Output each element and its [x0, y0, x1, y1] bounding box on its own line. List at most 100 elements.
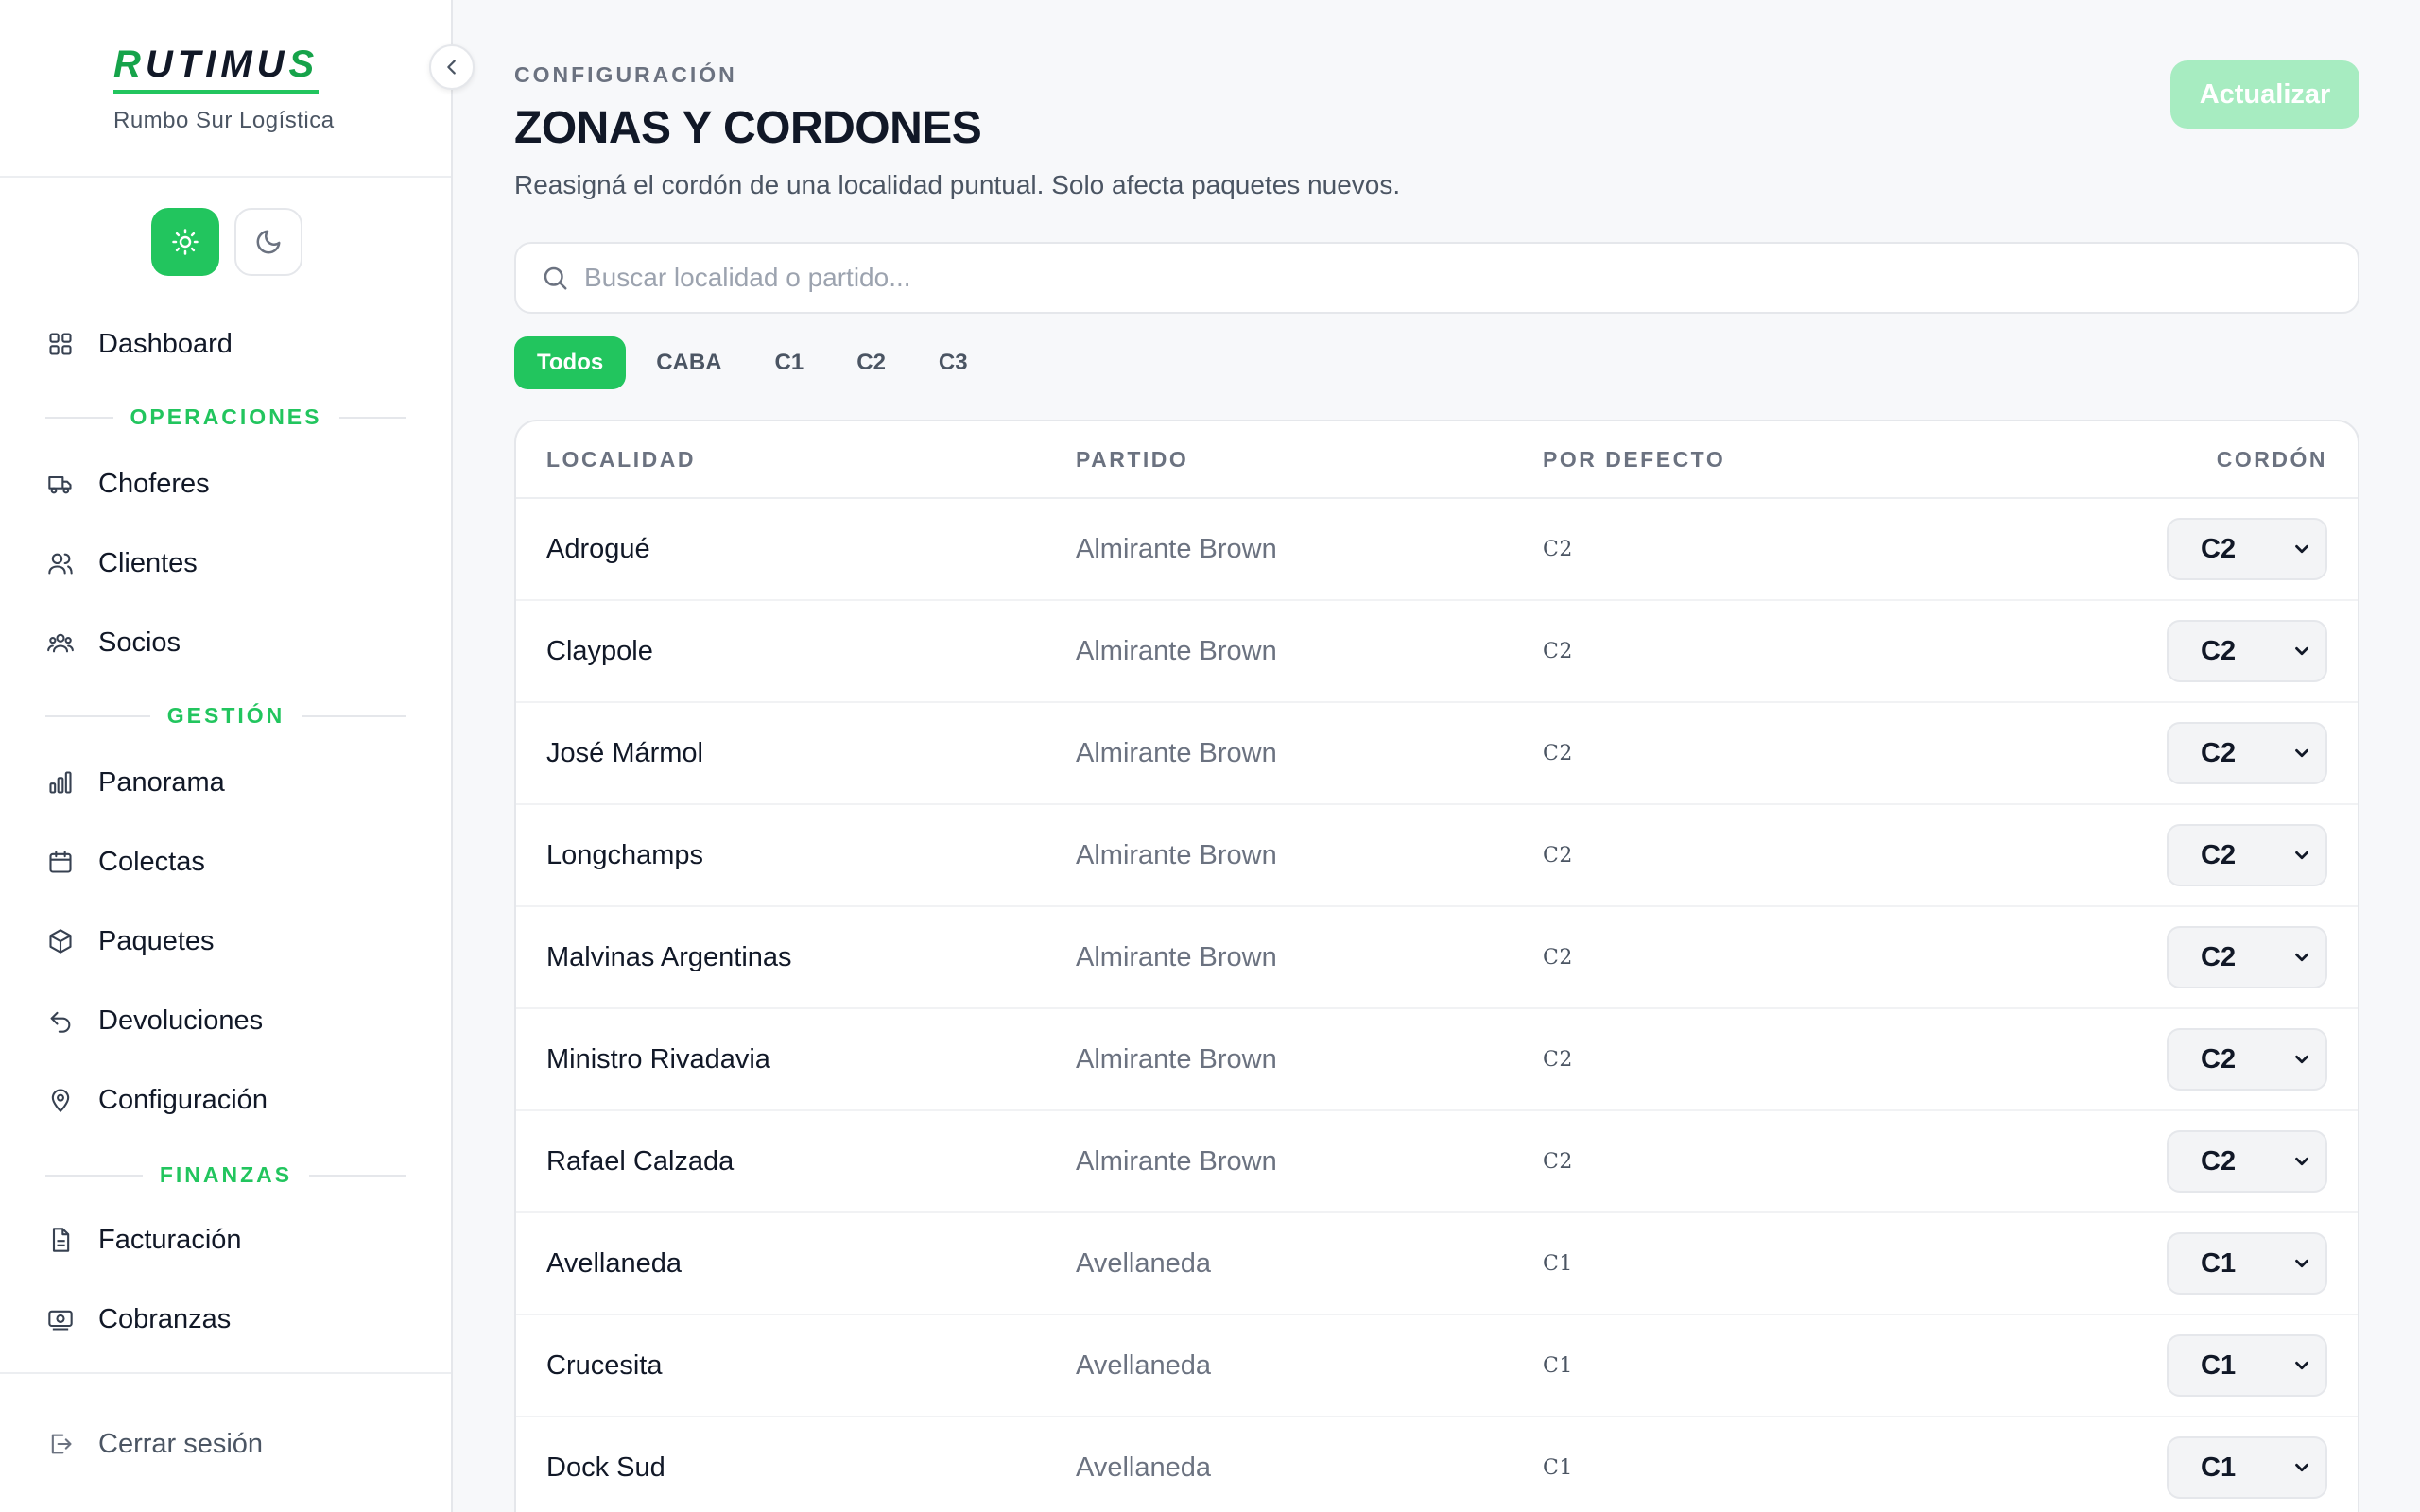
cordon-select[interactable]: C2 [2167, 1130, 2327, 1193]
cordon-select[interactable]: C2 [2167, 1028, 2327, 1091]
map-pin-icon [45, 1085, 76, 1115]
cell-por-defecto: C2 [1543, 945, 1573, 970]
chevron-left-icon [447, 60, 456, 75]
column-cordon[interactable]: CORDÓN [2015, 447, 2358, 472]
cell-partido: Avellaneda [1076, 1452, 1211, 1483]
cordon-select[interactable]: C2 [2167, 722, 2327, 784]
filter-c1[interactable]: C1 [752, 336, 827, 389]
light-mode-button[interactable] [151, 208, 219, 276]
cell-localidad: Rafael Calzada [546, 1145, 735, 1177]
page-eyebrow: CONFIGURACIÓN [514, 62, 737, 87]
cell-por-defecto: C1 [1543, 1251, 1573, 1276]
column-por-defecto[interactable]: POR DEFECTO [1543, 447, 2015, 472]
filter-todos[interactable]: Todos [514, 336, 627, 389]
nav-dashboard[interactable]: Dashboard [45, 321, 233, 367]
cordon-select[interactable]: C2 [2167, 518, 2327, 580]
cell-por-defecto: C2 [1543, 741, 1573, 765]
cell-localidad: Ministro Rivadavia [546, 1043, 770, 1074]
grid-icon [45, 329, 76, 359]
cell-partido: Avellaneda [1076, 1349, 1211, 1381]
moon-icon [256, 230, 281, 254]
nav-paquetes[interactable]: Paquetes [45, 919, 215, 964]
chevron-down-icon [2295, 1055, 2308, 1064]
zones-table: LOCALIDAD PARTIDO POR DEFECTO CORDÓN Adr… [514, 420, 2360, 1512]
nav-facturacion[interactable]: Facturación [45, 1217, 242, 1263]
filter-caba[interactable]: CABA [633, 336, 744, 389]
cell-cordon: C2 [2015, 722, 2358, 784]
search-input[interactable] [584, 263, 2286, 293]
cordon-select[interactable]: C1 [2167, 1232, 2327, 1295]
chevron-down-icon [2295, 1361, 2308, 1370]
cell-localidad: Avellaneda [546, 1247, 682, 1279]
search-icon [544, 266, 567, 290]
users-icon [45, 548, 76, 578]
update-button[interactable]: Actualizar [2170, 60, 2360, 129]
filter-chips: Todos CABA C1 C2 C3 [514, 336, 991, 389]
cell-partido: Almirante Brown [1076, 1043, 1277, 1074]
column-localidad[interactable]: LOCALIDAD [516, 447, 1076, 472]
cell-localidad: Claypole [546, 635, 653, 666]
nav-devoluciones[interactable]: Devoluciones [45, 998, 263, 1043]
table-row: Adrogué Almirante Brown C2 C2 [516, 499, 2358, 601]
collapse-sidebar-button[interactable] [429, 44, 475, 90]
chevron-down-icon [2295, 1259, 2308, 1268]
logout-button[interactable]: Cerrar sesión [45, 1421, 263, 1467]
cell-partido: Almirante Brown [1076, 839, 1277, 870]
nav-choferes[interactable]: Choferes [45, 461, 210, 507]
cordon-select[interactable]: C1 [2167, 1436, 2327, 1499]
table-row: José Mármol Almirante Brown C2 C2 [516, 703, 2358, 805]
truck-icon [45, 469, 76, 499]
cordon-select-value: C2 [2201, 533, 2237, 564]
cell-partido: Almirante Brown [1076, 1145, 1277, 1177]
cordon-select[interactable]: C1 [2167, 1334, 2327, 1397]
cell-por-defecto: C1 [1543, 1353, 1573, 1378]
page-title: ZONAS Y CORDONES [514, 103, 982, 153]
dark-mode-button[interactable] [234, 208, 302, 276]
nav-colectas[interactable]: Colectas [45, 839, 205, 885]
table-row: Avellaneda Avellaneda C1 C1 [516, 1213, 2358, 1315]
table-row: Crucesita Avellaneda C1 C1 [516, 1315, 2358, 1418]
cordon-select-value: C1 [2201, 1349, 2237, 1381]
cell-partido: Almirante Brown [1076, 737, 1277, 768]
chevron-down-icon [2295, 1463, 2308, 1472]
filter-c3[interactable]: C3 [916, 336, 991, 389]
cell-cordon: C1 [2015, 1232, 2358, 1295]
bar-chart-icon [45, 767, 76, 798]
nav-paquetes-label: Paquetes [98, 925, 215, 956]
nav-socios[interactable]: Socios [45, 620, 181, 665]
filter-c2[interactable]: C2 [834, 336, 908, 389]
cell-partido: Almirante Brown [1076, 941, 1277, 972]
column-partido[interactable]: PARTIDO [1076, 447, 1543, 472]
cordon-select[interactable]: C2 [2167, 926, 2327, 988]
nav-clientes[interactable]: Clientes [45, 541, 198, 586]
cell-cordon: C2 [2015, 926, 2358, 988]
nav-configuracion-label: Configuración [98, 1084, 268, 1115]
sidebar: RUTIMUS Rumbo Sur Logística Dashboard OP… [0, 0, 453, 1512]
nav-configuracion[interactable]: Configuración [45, 1077, 268, 1123]
package-icon [45, 926, 76, 956]
cordon-select-value: C1 [2201, 1247, 2237, 1279]
cell-localidad: Dock Sud [546, 1452, 666, 1483]
calendar-icon [45, 847, 76, 877]
cell-localidad: Malvinas Argentinas [546, 941, 792, 972]
cordon-select[interactable]: C2 [2167, 620, 2327, 682]
brand-subtitle: Rumbo Sur Logística [113, 108, 335, 133]
search-bar[interactable] [514, 242, 2360, 314]
nav-cobranzas[interactable]: Cobranzas [45, 1297, 231, 1342]
nav-choferes-label: Choferes [98, 468, 210, 499]
table-row: Ministro Rivadavia Almirante Brown C2 C2 [516, 1009, 2358, 1111]
cordon-select[interactable]: C2 [2167, 824, 2327, 886]
nav-devoluciones-label: Devoluciones [98, 1005, 264, 1036]
cell-localidad: Adrogué [546, 533, 650, 564]
chevron-down-icon [2295, 646, 2308, 656]
table-row: Rafael Calzada Almirante Brown C2 C2 [516, 1111, 2358, 1213]
section-finanzas: FINANZAS [45, 1162, 406, 1188]
group-icon [45, 627, 76, 658]
banknote-icon [45, 1304, 76, 1334]
chevron-down-icon [2295, 544, 2308, 554]
theme-toggle [151, 208, 302, 276]
brand-logo[interactable]: RUTIMUS [113, 43, 320, 94]
cell-cordon: C2 [2015, 518, 2358, 580]
nav-panorama[interactable]: Panorama [45, 760, 225, 805]
cordon-select-value: C2 [2201, 941, 2237, 972]
